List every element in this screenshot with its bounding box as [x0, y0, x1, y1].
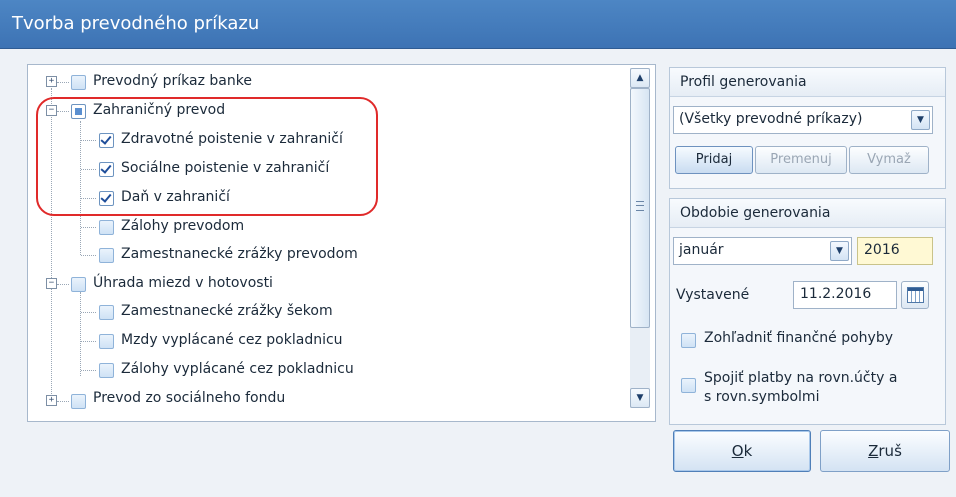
tree-line — [81, 370, 96, 371]
checkbox[interactable] — [71, 75, 86, 90]
title-bar: Tvorba prevodného príkazu — [0, 0, 956, 49]
tree-item-label[interactable]: Zamestnanecké zrážky prevodom — [121, 246, 358, 262]
ok-rest: k — [743, 442, 753, 460]
checkbox[interactable] — [71, 277, 86, 292]
tree-line — [81, 255, 96, 256]
tree-line — [80, 292, 81, 376]
expand-icon[interactable]: + — [46, 76, 57, 87]
year-value: 2016 — [864, 242, 900, 258]
checkbox[interactable] — [99, 305, 114, 320]
checkbox[interactable] — [99, 334, 114, 349]
window-title: Tvorba prevodného príkazu — [12, 13, 260, 34]
profile-group-header: Profil generovania — [670, 68, 945, 97]
tree-item-label[interactable]: Prevodný príkaz banke — [93, 73, 252, 89]
period-group-header: Obdobie generovania — [670, 199, 945, 228]
rename-profile-button[interactable]: Premenuj — [755, 146, 847, 174]
scroll-down-icon[interactable]: ▼ — [630, 388, 650, 408]
merge-payments-checkbox[interactable] — [681, 378, 696, 393]
tree-item-label[interactable]: Zálohy vyplácané cez pokladnicu — [121, 361, 354, 377]
cancel-rest: ruš — [878, 442, 902, 460]
merge-payments-label-line2: s rovn.symbolmi — [704, 389, 820, 405]
period-group-title: Obdobie generovania — [680, 205, 831, 221]
issued-label: Vystavené — [676, 287, 750, 303]
cancel-button[interactable]: Zruš — [820, 430, 950, 472]
financial-movements-checkbox[interactable] — [681, 333, 696, 348]
merge-payments-label-line1: Spojiť platby na rovn.účty a — [704, 370, 898, 386]
tree-line — [57, 284, 69, 285]
grip-icon — [636, 201, 644, 211]
ok-accel: O — [731, 442, 744, 460]
checkbox[interactable] — [99, 248, 114, 263]
checkbox[interactable] — [71, 394, 86, 409]
add-profile-button[interactable]: Pridaj — [675, 146, 753, 174]
chevron-down-icon[interactable]: ▼ — [911, 110, 930, 130]
month-select-value: január — [679, 242, 724, 258]
dialog-window: Tvorba prevodného príkazu + Prevodný prí… — [0, 0, 956, 497]
calendar-icon — [907, 287, 924, 303]
tree-item-label[interactable]: Zálohy prevodom — [121, 218, 244, 234]
cancel-accel: Z — [868, 442, 879, 460]
financial-movements-label: Zohľadniť finančné pohyby — [704, 330, 894, 346]
tree-line — [81, 227, 96, 228]
collapse-icon[interactable]: − — [46, 278, 57, 289]
tree-line — [81, 341, 96, 342]
tree-item-label[interactable]: Prevod zo sociálneho fondu — [93, 390, 285, 406]
profile-group-title: Profil generovania — [680, 74, 807, 90]
highlight-annotation — [36, 97, 378, 216]
profile-select-value: (Všetky prevodné príkazy) — [679, 111, 863, 127]
ok-button[interactable]: Ok — [673, 430, 811, 472]
issued-date-value: 11.2.2016 — [800, 286, 872, 302]
delete-profile-button[interactable]: Vymaž — [849, 146, 929, 174]
tree-line — [57, 401, 69, 402]
tree-scrollbar[interactable]: ▲ ▼ — [630, 68, 650, 408]
month-select[interactable]: január ▼ — [673, 237, 852, 265]
checkbox[interactable] — [99, 220, 114, 235]
checkbox[interactable] — [99, 363, 114, 378]
tree-line — [81, 312, 96, 313]
tree-line — [57, 82, 69, 83]
calendar-button[interactable] — [901, 281, 929, 309]
expand-icon[interactable]: + — [46, 395, 57, 406]
scroll-up-icon[interactable]: ▲ — [630, 68, 650, 88]
tree-item-label[interactable]: Mzdy vyplácané cez pokladnicu — [121, 332, 343, 348]
tree-item-label[interactable]: Úhrada miezd v hotovosti — [93, 275, 273, 291]
scroll-thumb[interactable] — [630, 88, 650, 328]
tree-item-label[interactable]: Zamestnanecké zrážky šekom — [121, 303, 333, 319]
profile-select[interactable]: (Všetky prevodné príkazy) ▼ — [673, 106, 933, 134]
year-input[interactable]: 2016 — [857, 237, 933, 265]
issued-date-input[interactable]: 11.2.2016 — [793, 281, 897, 309]
chevron-down-icon[interactable]: ▼ — [830, 241, 849, 261]
